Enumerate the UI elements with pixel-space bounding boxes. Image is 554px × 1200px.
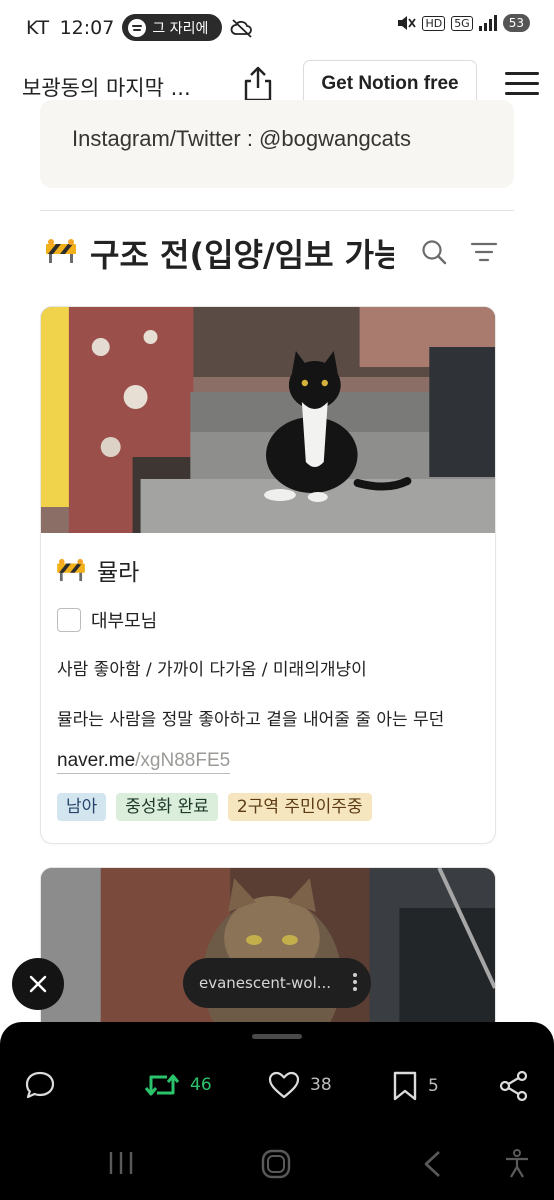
heart-icon — [268, 1071, 300, 1099]
source-chip[interactable]: evanescent-wol... — [183, 958, 371, 1008]
bookmark-button[interactable]: 5 — [392, 1070, 439, 1102]
godparent-property: 대부모님 — [57, 607, 157, 633]
database-header: 구조 전(입양/임보 가능) — [40, 226, 514, 278]
traits-property: 사람 좋아함 / 가까이 다가옴 / 미래의개냥이 — [57, 660, 367, 680]
like-button[interactable]: 38 — [268, 1070, 332, 1100]
page-title[interactable]: 보광동의 마지막 ... — [22, 72, 191, 102]
recent-apps-icon[interactable] — [106, 1149, 136, 1177]
status-right: HD 5G 53 — [396, 14, 530, 32]
share-nodes-icon — [499, 1070, 528, 1102]
divider — [40, 210, 514, 211]
bookmark-count: 5 — [428, 1076, 439, 1096]
hd-badge: HD — [422, 15, 446, 31]
status-left: KT 12:07 그 자리에 — [26, 14, 254, 41]
repost-button[interactable]: 46 — [144, 1070, 212, 1100]
bookmark-icon — [393, 1071, 417, 1101]
spotify-icon — [128, 18, 147, 37]
signal-icon — [478, 15, 497, 31]
sheet-handle[interactable] — [252, 1034, 302, 1039]
back-icon[interactable] — [420, 1149, 444, 1179]
like-count: 38 — [310, 1075, 332, 1095]
mute-icon — [398, 16, 417, 30]
construction-icon — [57, 558, 85, 582]
more-vert-icon[interactable] — [353, 973, 357, 994]
accessibility-icon[interactable] — [503, 1149, 531, 1179]
reply-button[interactable] — [24, 1070, 56, 1100]
callout-block: Instagram/Twitter : @bogwangcats — [40, 100, 514, 188]
close-icon — [29, 975, 47, 993]
filter-icon[interactable] — [470, 240, 498, 264]
source-chip-label: evanescent-wol... — [199, 974, 332, 992]
description-property: 뮬라는 사람을 정말 좋아하고 곁을 내어줄 줄 아는 무던 — [57, 710, 445, 730]
media-pill-label: 그 자리에 — [152, 20, 209, 37]
search-icon[interactable] — [420, 238, 448, 266]
gallery-card[interactable]: 뮬라 대부모님 사람 좋아함 / 가까이 다가옴 / 미래의개냥이 뮬라는 사람… — [40, 306, 496, 844]
system-navigation-bar — [0, 1125, 554, 1200]
cat-photo-image — [41, 307, 495, 533]
checkbox-label: 대부모님 — [91, 611, 158, 632]
card-title: 뮬라 — [97, 560, 140, 586]
repost-count: 46 — [190, 1075, 212, 1095]
tag-list: 남아 중성화 완료 2구역 주민이주중 — [57, 793, 372, 821]
status-time: 12:07 — [59, 16, 115, 39]
callout-text: Instagram/Twitter : @bogwangcats — [72, 126, 412, 151]
hamburger-menu-icon[interactable] — [505, 72, 539, 98]
share-post-button[interactable] — [498, 1070, 530, 1102]
battery-indicator: 53 — [502, 14, 530, 32]
tag-gender: 남아 — [57, 793, 107, 821]
link-domain: naver.me — [57, 750, 136, 771]
status-bar: KT 12:07 그 자리에 HD 5G 53 — [0, 0, 554, 52]
media-pill[interactable]: 그 자리에 — [122, 14, 223, 41]
home-icon[interactable] — [260, 1149, 292, 1179]
tag-neutered: 중성화 완료 — [116, 793, 218, 821]
construction-icon — [46, 239, 76, 263]
link-path: /xgN88FE5 — [135, 750, 231, 771]
profile-link[interactable]: naver.me/xgN88FE5 — [57, 749, 231, 774]
share-icon[interactable] — [240, 64, 276, 104]
card-title-row: 뮬라 — [57, 553, 139, 587]
cloud-off-icon — [230, 18, 253, 38]
gallery-card[interactable] — [40, 867, 496, 1047]
database-title[interactable]: 구조 전(입양/임보 가능) — [90, 230, 394, 276]
close-overlay-button[interactable] — [12, 958, 64, 1010]
network-badge: 5G — [451, 15, 473, 31]
comment-icon — [25, 1071, 55, 1099]
tag-area: 2구역 주민이주중 — [227, 793, 372, 821]
repost-icon — [144, 1074, 180, 1096]
carrier-name: KT — [26, 16, 50, 39]
godparent-checkbox[interactable] — [57, 608, 81, 632]
